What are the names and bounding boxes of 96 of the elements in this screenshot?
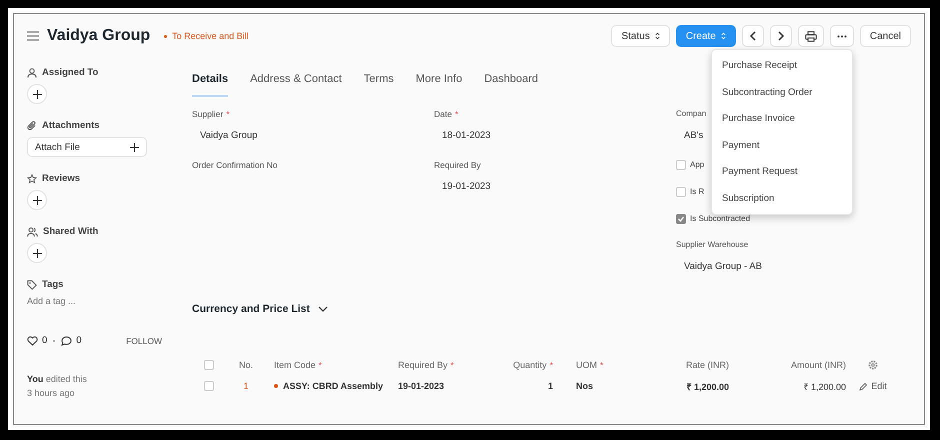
add-button[interactable] xyxy=(27,190,47,210)
section-title[interactable]: Currency and Price List xyxy=(192,303,310,315)
required-mark: * xyxy=(600,360,604,370)
field-label: Required By xyxy=(434,160,481,170)
chevron-right-icon xyxy=(776,31,785,41)
tab[interactable]: More Info xyxy=(416,71,462,97)
menu-item[interactable]: Subcontracting Order xyxy=(712,80,852,106)
status-dot xyxy=(164,34,168,38)
print-button[interactable] xyxy=(798,25,824,47)
column-header: Quantity xyxy=(513,360,547,370)
user-icon xyxy=(27,68,37,78)
plus-icon xyxy=(32,248,42,258)
required-mark: * xyxy=(226,109,230,119)
sort-icon xyxy=(654,32,660,40)
tag-icon xyxy=(27,280,37,290)
field-value[interactable]: Vaidya Group - AB xyxy=(676,261,911,272)
next-button[interactable] xyxy=(770,25,792,47)
status-indicator: To Receive and Bill xyxy=(172,31,249,41)
comment-count: 0 xyxy=(76,335,82,346)
checkbox-label: Is R xyxy=(690,187,704,196)
row-checkbox[interactable] xyxy=(204,381,214,391)
menu-icon[interactable] xyxy=(27,31,39,41)
chevron-down-icon[interactable] xyxy=(318,306,328,312)
cancel-button[interactable]: Cancel xyxy=(860,25,911,47)
checkbox-label: App xyxy=(690,160,704,169)
ellipsis-icon xyxy=(836,34,847,38)
page-title: Vaidya Group xyxy=(47,27,150,45)
add-button[interactable] xyxy=(27,84,47,104)
printer-icon xyxy=(804,30,817,42)
paperclip-icon xyxy=(27,120,37,130)
table-cell: 1 xyxy=(243,381,248,391)
tab[interactable]: Dashboard xyxy=(484,71,538,97)
sort-icon xyxy=(720,32,726,40)
attach-file-button[interactable]: Attach File xyxy=(27,137,147,157)
table-cell: Nos xyxy=(576,381,594,391)
field-label: Supplier xyxy=(192,109,224,119)
section-heading: Assigned To xyxy=(42,67,98,78)
column-header: UOM xyxy=(576,360,597,370)
checkbox[interactable] xyxy=(676,160,686,170)
plus-icon xyxy=(32,90,42,98)
field-label: Supplier Warehouse xyxy=(676,240,748,250)
menu-item[interactable]: Subscription xyxy=(712,186,852,212)
edit-button[interactable]: Edit xyxy=(859,381,887,391)
add-button[interactable] xyxy=(27,243,47,263)
table-cell: 1 xyxy=(548,381,553,391)
plus-icon xyxy=(130,142,139,152)
field-value[interactable]: 19-01-2023 xyxy=(434,181,676,192)
checkbox[interactable] xyxy=(676,214,686,224)
table-cell-text: ₹ 1,200.00 xyxy=(803,380,846,392)
plus-icon xyxy=(32,196,42,204)
select-all-checkbox[interactable] xyxy=(204,360,214,370)
required-mark: * xyxy=(454,109,458,119)
tab[interactable]: Address & Contact xyxy=(250,71,342,97)
menu-item[interactable]: Purchase Receipt xyxy=(712,53,852,80)
settings-icon[interactable] xyxy=(868,360,878,370)
column-header: Amount (INR) xyxy=(790,360,846,370)
field-value[interactable]: 18-01-2023 xyxy=(434,130,676,141)
pencil-icon xyxy=(859,382,868,390)
status-button[interactable]: Status xyxy=(611,25,670,47)
required-mark: * xyxy=(318,360,322,370)
chevron-left-icon xyxy=(748,31,757,41)
field-label: Order Confirmation No xyxy=(192,160,278,170)
section-heading: Reviews xyxy=(42,173,80,184)
comment-icon[interactable] xyxy=(61,336,72,346)
follow-link[interactable]: FOLLOW xyxy=(126,336,162,346)
required-mark: * xyxy=(450,360,454,370)
required-mark: * xyxy=(550,360,553,370)
heart-icon[interactable] xyxy=(27,336,38,346)
menu-item[interactable]: Purchase Invoice xyxy=(712,106,852,132)
checkbox[interactable] xyxy=(676,186,686,196)
star-icon xyxy=(27,174,37,184)
menu-item[interactable]: Payment Request xyxy=(712,159,852,186)
field-label: Compan xyxy=(676,109,706,119)
table-cell: 19-01-2023 xyxy=(398,381,444,391)
section-heading: Shared With xyxy=(43,226,98,237)
table-cell: ASSY: CBRD Assembly xyxy=(283,381,384,391)
users-icon xyxy=(27,226,38,236)
field-label: Date xyxy=(434,109,452,119)
section-heading: Attachments xyxy=(42,120,100,131)
section-heading: Tags xyxy=(42,279,64,290)
field-value[interactable]: Vaidya Group xyxy=(192,130,434,141)
add-tag-field[interactable]: Add a tag ... xyxy=(27,296,192,307)
column-header: Item Code xyxy=(274,360,316,370)
tab[interactable]: Details xyxy=(192,71,228,97)
column-header: Rate (INR) xyxy=(686,360,729,370)
activity-text: You edited this xyxy=(27,374,88,384)
column-header: Required By xyxy=(398,360,448,370)
column-header: No. xyxy=(238,360,253,370)
table-cell-text: ₹ 1,200.00 xyxy=(686,380,729,392)
separator-dot xyxy=(53,340,56,342)
like-count: 0 xyxy=(42,335,48,346)
activity-time: 3 hours ago xyxy=(27,388,76,398)
checkbox-label: Is Subcontracted xyxy=(690,214,750,223)
menu-item[interactable]: Payment xyxy=(712,132,852,159)
previous-button[interactable] xyxy=(742,25,764,47)
tab[interactable]: Terms xyxy=(364,71,394,97)
